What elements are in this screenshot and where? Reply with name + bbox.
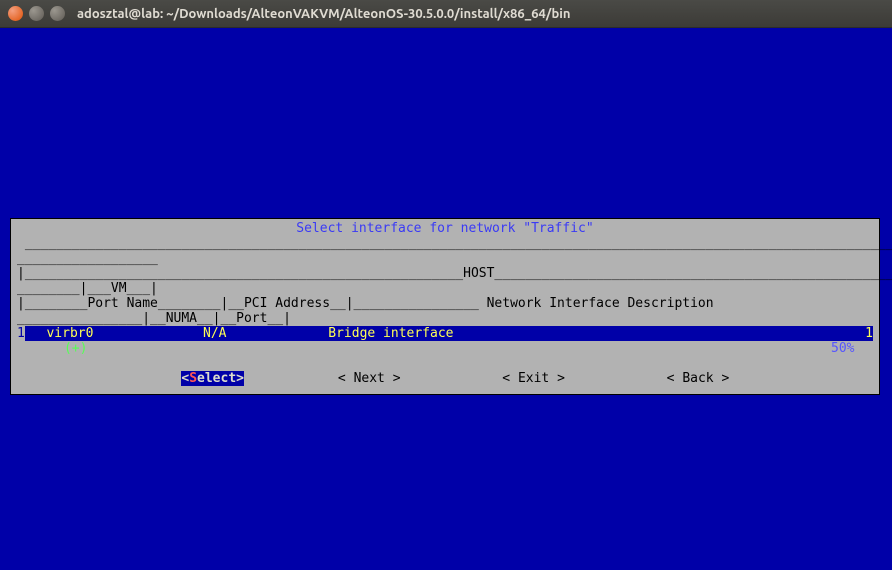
row-desc: Bridge interface [328,326,453,341]
window-titlebar: adosztal@lab: ~/Downloads/AlteonVAKVM/Al… [0,0,892,28]
header-line2: |_______________________________________… [17,266,873,281]
row-port-name: virbr0 [46,326,93,341]
interface-list[interactable]: 1 virbr0 N/A Bridge interface 1 [17,326,873,341]
window-title: adosztal@lab: ~/Downloads/AlteonVAKVM/Al… [77,7,571,21]
header-line3: ________|___VM___| [17,281,873,296]
close-icon[interactable] [8,6,23,21]
dialog-box: Select interface for network "Traffic" _… [10,218,880,395]
header-line5: ________________|__NUMA__|__Port__| [17,311,873,326]
interface-row[interactable]: 1 virbr0 N/A Bridge interface 1 [17,326,873,341]
row-index-left: 1 [17,326,25,341]
row-index-right: 1 [865,326,873,341]
header-rule: ________________________________________… [17,236,873,251]
legend-plus: (+) [64,341,87,356]
maximize-icon[interactable] [50,6,65,21]
legend-line: (+) 50% [17,341,873,356]
dialog-title: Select interface for network "Traffic" [17,221,873,236]
scroll-percent: 50% [831,341,854,356]
back-button[interactable]: < Back > [667,371,730,386]
select-button[interactable]: <Select> [181,371,244,386]
next-button[interactable]: < Next > [338,371,401,386]
minimize-icon[interactable] [29,6,44,21]
exit-button[interactable]: < Exit > [502,371,565,386]
button-row: <Select> < Next > < Exit > < Back > [17,371,873,386]
window-controls [8,6,65,21]
header-line1: __________________ [17,251,873,266]
terminal-area: Select interface for network "Traffic" _… [0,28,892,570]
row-pci: N/A [203,326,226,341]
header-line4: |________Port Name________|__PCI Address… [17,296,873,311]
